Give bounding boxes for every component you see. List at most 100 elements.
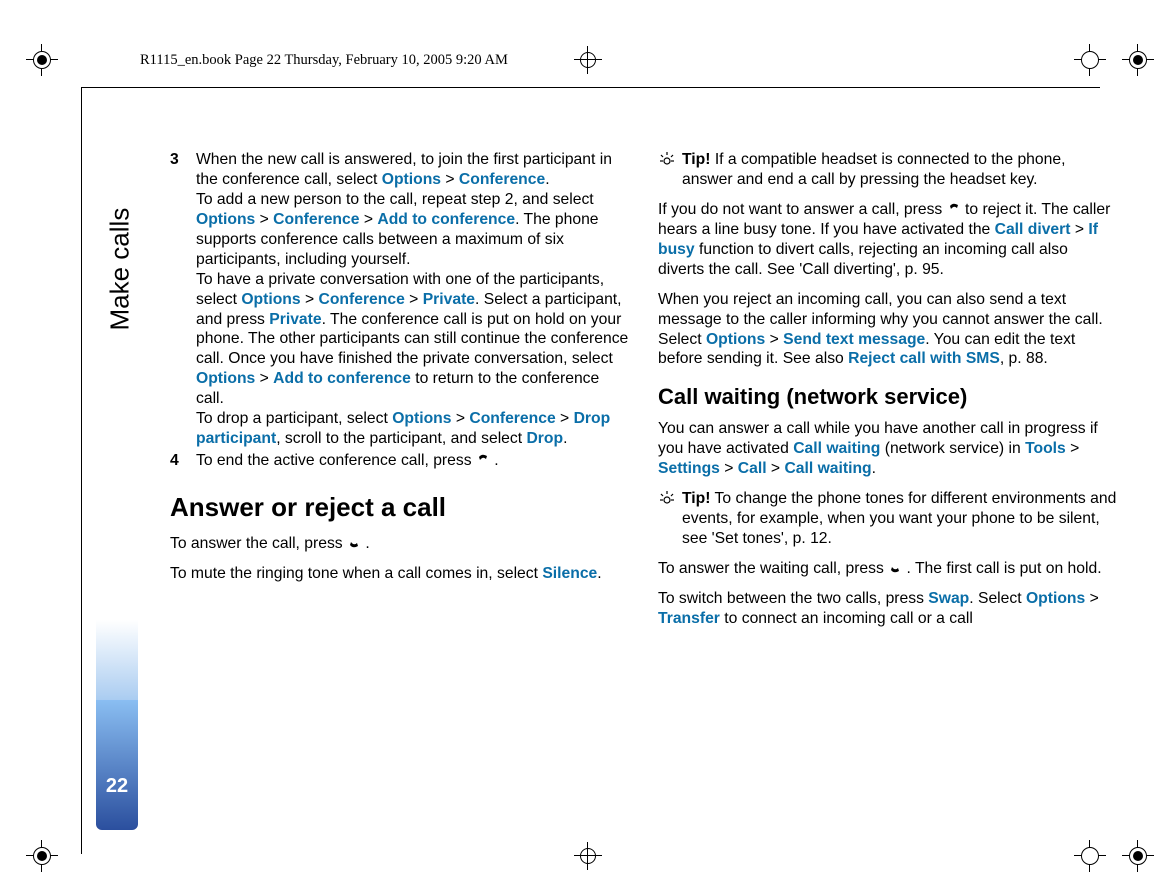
menu-options: Options: [196, 370, 255, 387]
text: To end the active conference call, press: [196, 452, 476, 469]
tip-icon: [658, 150, 682, 190]
text: >: [1070, 221, 1088, 238]
text: >: [765, 331, 783, 348]
menu-drop: Drop: [526, 430, 563, 447]
menu-options: Options: [1026, 590, 1085, 607]
paragraph-mute: To mute the ringing tone when a call com…: [170, 564, 630, 584]
menu-conference: Conference: [469, 410, 555, 427]
cropmark-bottom-right: [1122, 840, 1154, 872]
menu-add-to-conference: Add to conference: [377, 211, 515, 228]
paragraph-answer-waiting: To answer the waiting call, press . The …: [658, 559, 1118, 579]
text: >: [556, 410, 574, 427]
page-content: 3 When the new call is answered, to join…: [170, 150, 1118, 816]
heading-call-waiting: Call waiting (network service): [658, 383, 1118, 411]
step-3: 3 When the new call is answered, to join…: [170, 150, 630, 449]
menu-send-text-message: Send text message: [783, 331, 925, 348]
paragraph-call-waiting: You can answer a call while you have ano…: [658, 419, 1118, 479]
tip-label: Tip!: [682, 490, 710, 507]
text: >: [255, 370, 273, 387]
paragraph-answer: To answer the call, press .: [170, 534, 630, 554]
menu-conference: Conference: [273, 211, 359, 228]
menu-add-to-conference: Add to conference: [273, 370, 411, 387]
text: .: [545, 171, 549, 188]
tip-icon: [658, 489, 682, 549]
text: >: [1066, 440, 1080, 457]
menu-call: Call: [738, 460, 767, 477]
menu-options: Options: [382, 171, 441, 188]
menu-silence: Silence: [542, 565, 597, 582]
menu-call-divert: Call divert: [995, 221, 1071, 238]
crossmark-bottom: [574, 842, 602, 870]
step-number: 4: [170, 451, 196, 471]
menu-tools: Tools: [1025, 440, 1066, 457]
text: If a compatible headset is connected to …: [682, 151, 1065, 188]
text: To mute the ringing tone when a call com…: [170, 565, 542, 582]
text: >: [720, 460, 738, 477]
end-key-icon: [947, 202, 961, 216]
cropmark-top-right-2: [1074, 44, 1106, 76]
text: (network service) in: [880, 440, 1025, 457]
paragraph-sms: When you reject an incoming call, you ca…: [658, 290, 1118, 370]
text: >: [301, 291, 319, 308]
menu-private: Private: [423, 291, 475, 308]
cropmark-bottom-right-2: [1074, 840, 1106, 872]
text: .: [597, 565, 601, 582]
tip-headset: Tip! If a compatible headset is connecte…: [658, 150, 1118, 190]
text: .: [872, 460, 876, 477]
text: To drop a participant, select: [196, 410, 392, 427]
column-left: 3 When the new call is answered, to join…: [170, 150, 630, 816]
text: .: [361, 535, 370, 552]
text: To switch between the two calls, press: [658, 590, 928, 607]
step-4: 4 To end the active conference call, pre…: [170, 451, 630, 471]
text: to connect an incoming call or a call: [720, 610, 973, 627]
heading-answer-reject: Answer or reject a call: [170, 491, 630, 524]
text: . The first call is put on hold.: [902, 560, 1101, 577]
cropmark-top-right: [1122, 44, 1154, 76]
page-number: 22: [96, 775, 138, 798]
tip-tones: Tip! To change the phone tones for diffe…: [658, 489, 1118, 549]
text: , scroll to the participant, and select: [276, 430, 526, 447]
menu-options: Options: [241, 291, 300, 308]
text: >: [359, 211, 377, 228]
text: To add a new person to the call, repeat …: [196, 191, 594, 208]
menu-options: Options: [392, 410, 451, 427]
paragraph-reject: If you do not want to answer a call, pre…: [658, 200, 1118, 280]
menu-call-waiting: Call waiting: [793, 440, 880, 457]
text: .: [563, 430, 567, 447]
crop-line-left: [81, 87, 82, 854]
step-number: 3: [170, 150, 196, 449]
text: .: [490, 452, 499, 469]
cropmark-bottom-left: [26, 840, 58, 872]
menu-reject-call-with-sms: Reject call with SMS: [848, 350, 1000, 367]
crossmark-top: [574, 46, 602, 74]
tip-label: Tip!: [682, 151, 710, 168]
text: , p. 88.: [1000, 350, 1048, 367]
call-key-icon: [888, 561, 902, 575]
text: >: [451, 410, 469, 427]
call-key-icon: [347, 536, 361, 550]
menu-conference: Conference: [459, 171, 545, 188]
end-key-icon: [476, 453, 490, 467]
menu-conference: Conference: [319, 291, 405, 308]
menu-options: Options: [196, 211, 255, 228]
text: >: [767, 460, 785, 477]
text: . Select: [969, 590, 1026, 607]
text: To answer the call, press: [170, 535, 347, 552]
text: >: [405, 291, 423, 308]
text: >: [255, 211, 273, 228]
paragraph-switch: To switch between the two calls, press S…: [658, 589, 1118, 629]
text: To change the phone tones for different …: [682, 490, 1116, 547]
side-section-label: Make calls: [105, 300, 135, 480]
menu-call-waiting: Call waiting: [784, 460, 871, 477]
text: If you do not want to answer a call, pre…: [658, 201, 947, 218]
text: To answer the waiting call, press: [658, 560, 888, 577]
text: >: [1085, 590, 1099, 607]
menu-private: Private: [269, 311, 321, 328]
text: function to divert calls, rejecting an i…: [658, 241, 1068, 278]
menu-transfer: Transfer: [658, 610, 720, 627]
text: >: [441, 171, 459, 188]
menu-settings: Settings: [658, 460, 720, 477]
menu-options: Options: [706, 331, 765, 348]
menu-swap: Swap: [928, 590, 969, 607]
crop-line-top: [81, 87, 1100, 88]
